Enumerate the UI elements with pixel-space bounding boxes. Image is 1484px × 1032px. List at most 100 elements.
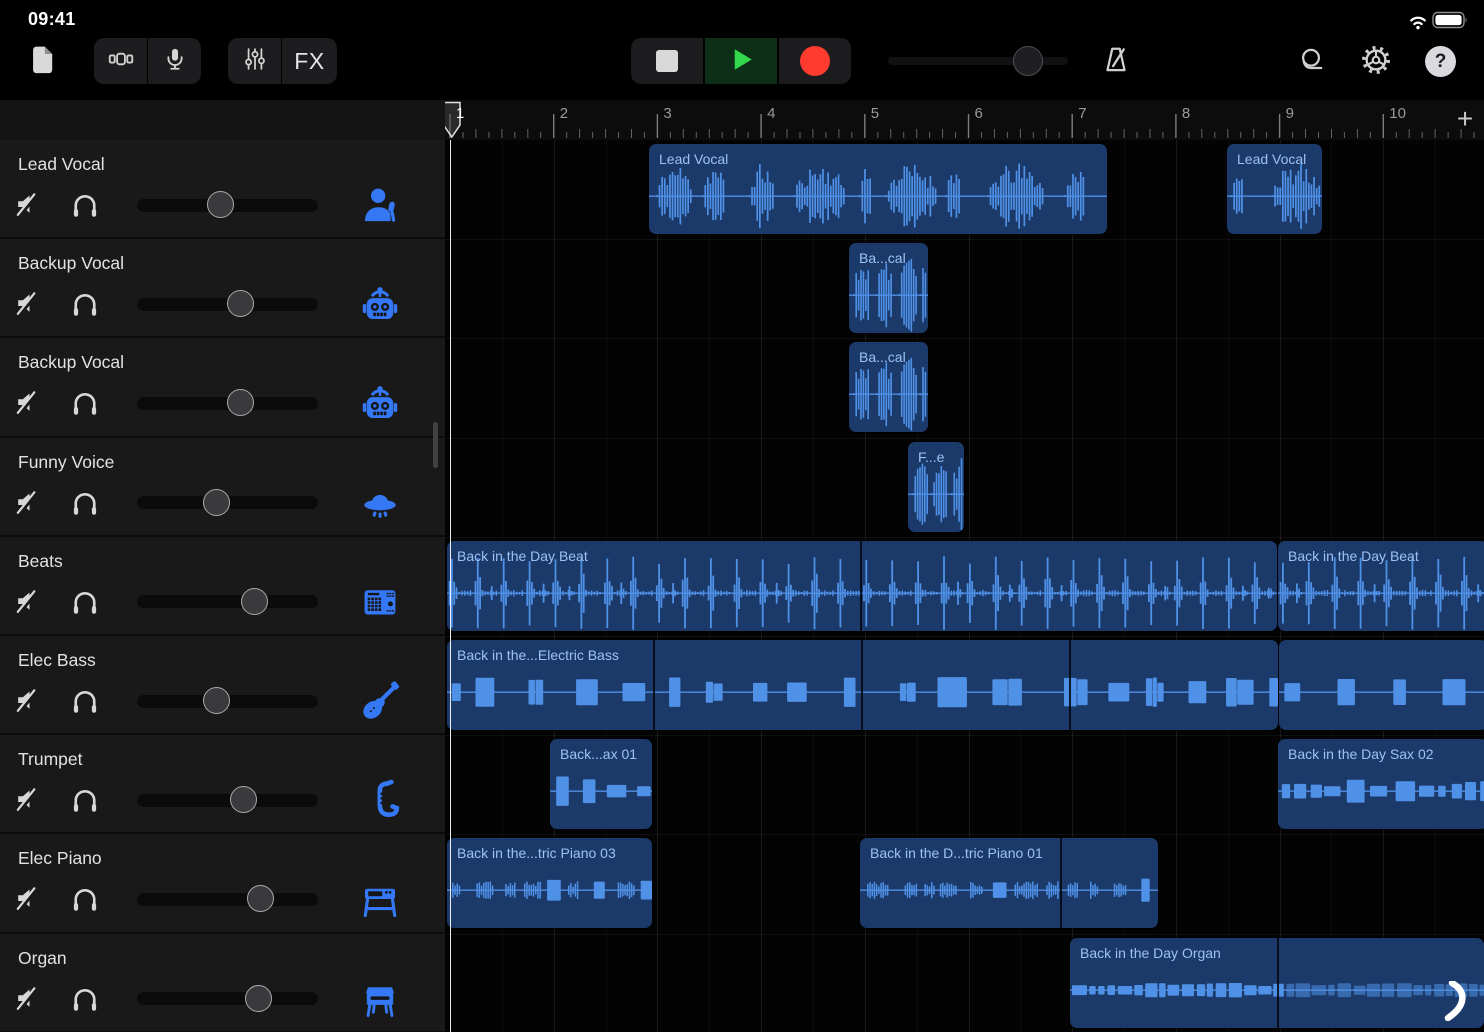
region-label: Back in the Day Organ xyxy=(1080,945,1221,961)
region-back-in-the-day-beat[interactable]: Back in the Day Beat xyxy=(1278,541,1484,631)
track-volume-slider[interactable] xyxy=(137,397,318,410)
metronome-button[interactable] xyxy=(1098,42,1134,82)
track-header-elec-piano-7[interactable]: Elec Piano xyxy=(0,834,445,931)
track-view-button[interactable] xyxy=(94,38,147,84)
vocalist-icon[interactable] xyxy=(357,182,403,228)
region-loop-seam xyxy=(1069,640,1071,730)
headphones-monitor-icon[interactable] xyxy=(70,883,102,915)
track-volume-knob[interactable] xyxy=(207,191,234,218)
region-back-ax-01[interactable]: Back...ax 01 xyxy=(550,739,652,829)
headphones-monitor-icon[interactable] xyxy=(70,685,102,717)
drum-machine-icon[interactable] xyxy=(357,579,403,625)
loop-browser-button[interactable] xyxy=(1293,42,1329,82)
headphones-monitor-icon[interactable] xyxy=(70,487,102,519)
robot-icon[interactable] xyxy=(357,281,403,327)
track-volume-slider[interactable] xyxy=(137,298,318,311)
mute-icon[interactable] xyxy=(13,189,45,221)
fx-button[interactable]: FX xyxy=(281,38,337,84)
track-volume-slider[interactable] xyxy=(137,199,318,212)
sidebar-resize-handle[interactable] xyxy=(433,422,438,468)
region-loop-seam xyxy=(653,640,655,730)
robot-icon[interactable] xyxy=(357,380,403,426)
mute-icon[interactable] xyxy=(13,288,45,320)
track-header-organ-8[interactable]: Organ xyxy=(0,934,445,1031)
track-volume-slider[interactable] xyxy=(137,496,318,509)
region-f-e[interactable]: F...e xyxy=(908,442,964,532)
region-back-in-the-day-organ[interactable]: Back in the Day Organ xyxy=(1070,938,1484,1028)
region-label: Ba...cal xyxy=(859,250,906,266)
region-lead-vocal[interactable]: Lead Vocal xyxy=(649,144,1107,234)
mute-icon[interactable] xyxy=(13,487,45,519)
track-volume-slider[interactable] xyxy=(137,595,318,608)
region-lead-vocal[interactable]: Lead Vocal xyxy=(1227,144,1322,234)
mute-icon[interactable] xyxy=(13,784,45,816)
region-ba-cal[interactable]: Ba...cal xyxy=(849,342,928,432)
track-volume-slider[interactable] xyxy=(137,992,318,1005)
track-volume-knob[interactable] xyxy=(247,885,274,912)
mute-icon[interactable] xyxy=(13,685,45,717)
timeline-arrange-area[interactable]: Lead Vocal Lead Vocal Ba...cal Ba...cal F...… xyxy=(445,140,1484,1032)
track-volume-knob[interactable] xyxy=(227,290,254,317)
track-controls-button[interactable] xyxy=(228,38,281,84)
track-header-lead-vocal-0[interactable]: Lead Vocal xyxy=(0,140,445,237)
region-back-in-the-d-tric-piano-01[interactable]: Back in the D...tric Piano 01 xyxy=(860,838,1158,928)
mute-icon[interactable] xyxy=(13,586,45,618)
headphones-monitor-icon[interactable] xyxy=(70,586,102,618)
region-back-in-the-electric-bass[interactable]: Back in the...Electric Bass xyxy=(447,640,1278,730)
microphone-button[interactable] xyxy=(147,38,201,84)
region-back-in-the-day-beat[interactable]: Back in the Day Beat xyxy=(447,541,1277,631)
headphones-monitor-icon[interactable] xyxy=(70,288,102,320)
track-volume-knob[interactable] xyxy=(203,687,230,714)
track-header-backup-vocal-1[interactable]: Backup Vocal xyxy=(0,239,445,336)
ufo-icon[interactable] xyxy=(357,480,403,526)
headphones-monitor-icon[interactable] xyxy=(70,189,102,221)
region-label: Ba...cal xyxy=(859,349,906,365)
track-header-elec-bass-5[interactable]: Elec Bass xyxy=(0,636,445,733)
track-volume-slider[interactable] xyxy=(137,794,318,807)
master-volume-slider[interactable] xyxy=(888,57,1068,65)
play-button[interactable] xyxy=(705,38,777,84)
region-loop-seam xyxy=(1277,938,1279,1028)
region-back-in-the-day-sax-02[interactable]: Back in the Day Sax 02 xyxy=(1278,739,1484,829)
headphones-monitor-icon[interactable] xyxy=(70,983,102,1015)
track-name: Elec Bass xyxy=(18,650,96,671)
track-volume-knob[interactable] xyxy=(227,389,254,416)
track-volume-knob[interactable] xyxy=(203,489,230,516)
organ-icon[interactable] xyxy=(357,976,403,1022)
toolbar: FX ? xyxy=(0,40,1484,100)
track-header-trumpet-6[interactable]: Trumpet xyxy=(0,735,445,832)
playhead-line[interactable] xyxy=(450,140,452,1032)
mute-icon[interactable] xyxy=(13,387,45,419)
mute-icon[interactable] xyxy=(13,983,45,1015)
track-header-backup-vocal-2[interactable]: Backup Vocal xyxy=(0,338,445,435)
settings-button[interactable] xyxy=(1358,42,1394,82)
record-button[interactable] xyxy=(779,38,851,84)
record-icon xyxy=(800,46,830,76)
region-label: Lead Vocal xyxy=(659,151,728,167)
master-volume-knob[interactable] xyxy=(1013,46,1043,76)
saxophone-icon[interactable] xyxy=(357,777,403,823)
track-lane-divider xyxy=(445,834,1484,835)
track-header-beats-4[interactable]: Beats xyxy=(0,537,445,634)
region-unlabeled[interactable] xyxy=(1279,640,1484,730)
headphones-monitor-icon[interactable] xyxy=(70,387,102,419)
region-label: Back in the Day Sax 02 xyxy=(1288,746,1434,762)
help-button[interactable]: ? xyxy=(1425,46,1456,77)
ruler-bar-number: 1 xyxy=(456,105,464,122)
mute-icon[interactable] xyxy=(13,883,45,915)
track-header-funny-voice-3[interactable]: Funny Voice xyxy=(0,438,445,535)
region-ba-cal[interactable]: Ba...cal xyxy=(849,243,928,333)
region-back-in-the-tric-piano-03[interactable]: Back in the...tric Piano 03 xyxy=(447,838,652,928)
track-volume-slider[interactable] xyxy=(137,695,318,708)
track-volume-knob[interactable] xyxy=(245,985,272,1012)
stop-button[interactable] xyxy=(631,38,703,84)
track-volume-knob[interactable] xyxy=(230,786,257,813)
region-loop-handle[interactable] xyxy=(1444,981,1478,1026)
track-volume-knob[interactable] xyxy=(241,588,268,615)
region-loop-seam xyxy=(1060,838,1062,928)
track-volume-slider[interactable] xyxy=(137,893,318,906)
bass-guitar-icon[interactable] xyxy=(357,678,403,724)
document-button[interactable] xyxy=(26,42,62,82)
electric-piano-icon[interactable] xyxy=(357,876,403,922)
headphones-monitor-icon[interactable] xyxy=(70,784,102,816)
